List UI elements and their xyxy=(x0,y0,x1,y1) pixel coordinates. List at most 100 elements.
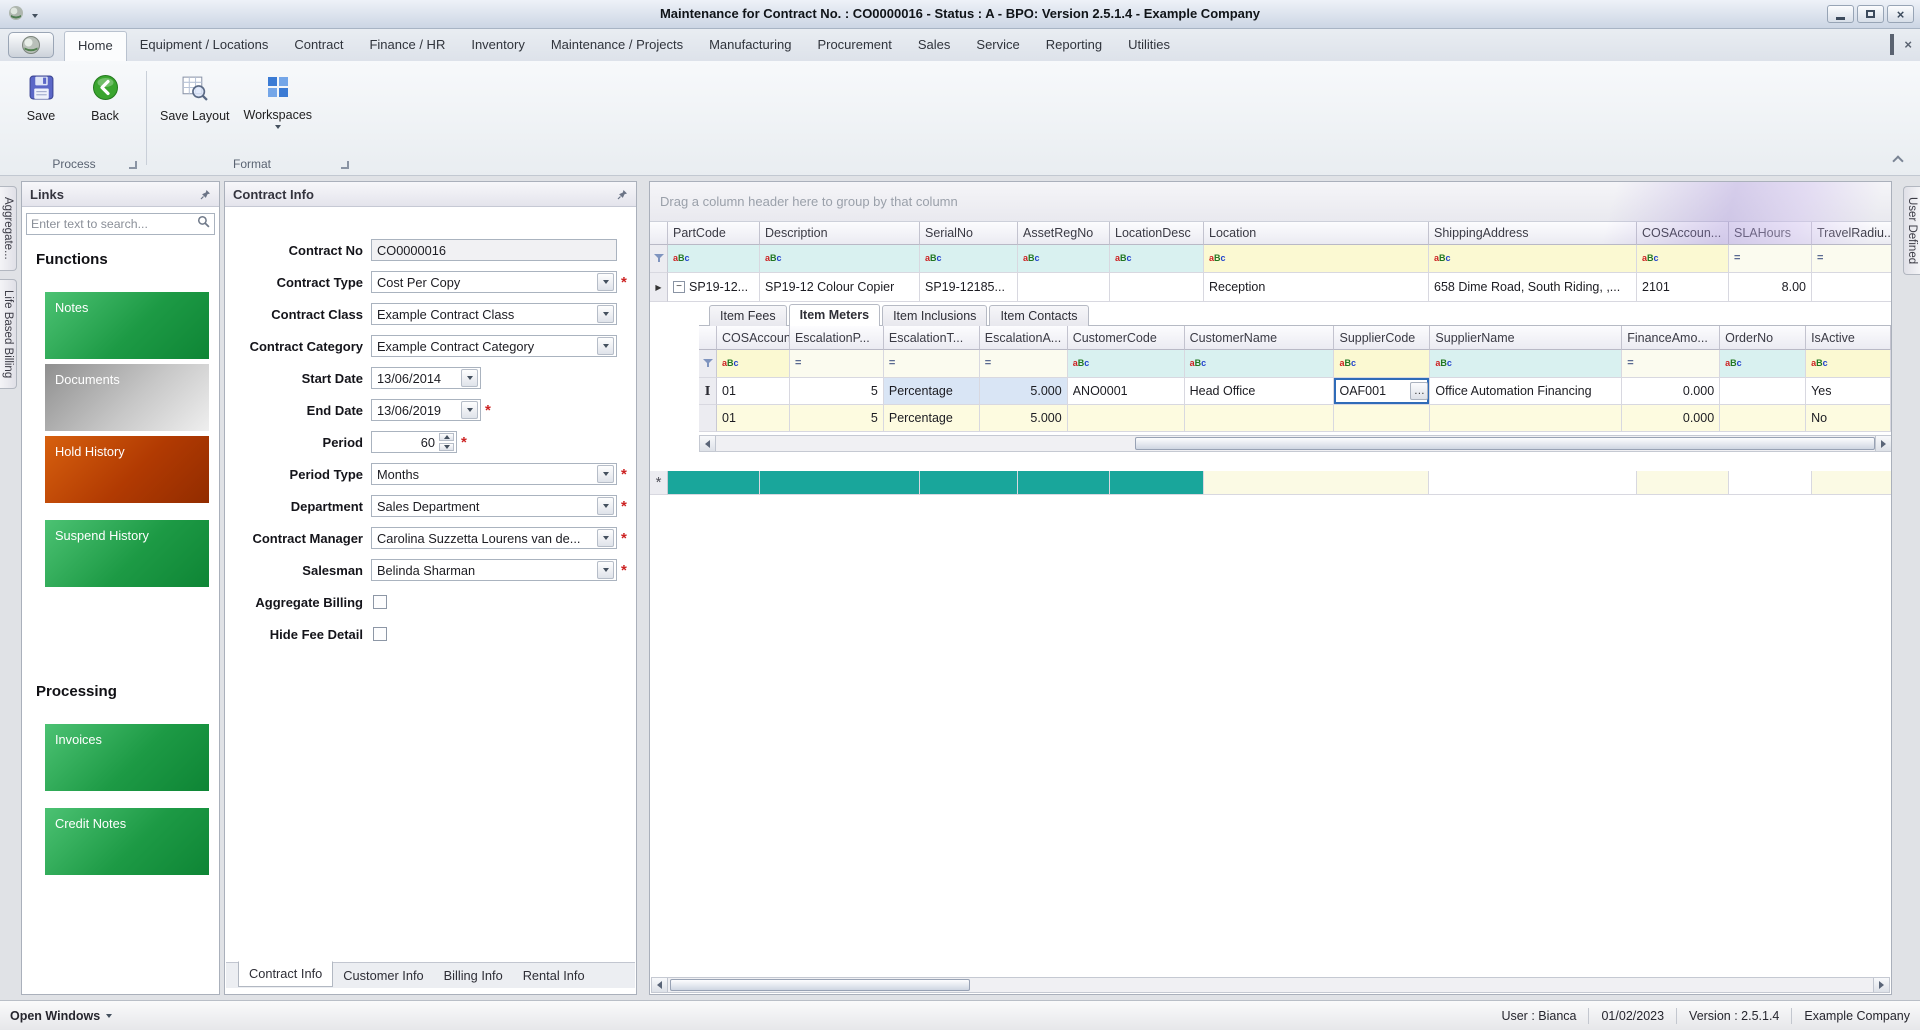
open-windows-button[interactable]: Open Windows xyxy=(10,1009,112,1023)
cell-slahours[interactable]: 8.00 xyxy=(1729,273,1812,302)
cell-suppliercode[interactable] xyxy=(1334,405,1430,432)
scroll-thumb[interactable] xyxy=(670,979,970,991)
column-header-description[interactable]: Description xyxy=(760,222,920,245)
cell-suppliername[interactable] xyxy=(1430,405,1622,432)
column-header-cosaccoun[interactable]: COSAccoun... xyxy=(1637,222,1729,245)
filter-cell-suppliername[interactable]: aBc xyxy=(1430,350,1622,378)
cell-customername[interactable] xyxy=(1185,405,1335,432)
new-row-cell[interactable] xyxy=(1204,471,1429,495)
filter-cell-isactive[interactable]: aBc xyxy=(1806,350,1891,378)
cell-shippingaddress[interactable]: 658 Dime Road, South Riding, ,... xyxy=(1429,273,1637,302)
cell-travelradiu[interactable] xyxy=(1812,273,1892,302)
dropdown-button[interactable] xyxy=(597,305,614,323)
save-layout-button[interactable]: Save Layout xyxy=(156,69,234,131)
cell-isactive[interactable]: Yes xyxy=(1806,378,1891,405)
tab-item-fees[interactable]: Item Fees xyxy=(709,305,787,326)
new-row-cell[interactable] xyxy=(1812,471,1892,495)
column-header-partcode[interactable]: PartCode xyxy=(668,222,760,245)
link-button-suspend-history[interactable]: Suspend History xyxy=(45,520,209,587)
link-button-invoices[interactable]: Invoices xyxy=(45,724,209,791)
tab-contract-info[interactable]: Contract Info xyxy=(238,961,333,987)
filter-cell-locationdesc[interactable]: aBc xyxy=(1110,245,1204,273)
filter-cell-shippingaddress[interactable]: aBc xyxy=(1429,245,1637,273)
data-row[interactable]: 015Percentage5.0000.000No xyxy=(699,405,1891,432)
input-contract-type[interactable]: Cost Per Copy xyxy=(371,271,617,293)
cell-customercode[interactable]: ANO0001 xyxy=(1068,378,1185,405)
dock-tab-aggregate[interactable]: Aggregate... xyxy=(0,186,17,271)
column-header-financeamo[interactable]: FinanceAmo... xyxy=(1622,326,1720,350)
filter-cell-financeamo[interactable]: = xyxy=(1622,350,1720,378)
ellipsis-button[interactable]: … xyxy=(1410,382,1428,400)
cell-cosaccoun[interactable]: 01 xyxy=(717,378,790,405)
scroll-left-arrow[interactable] xyxy=(652,978,668,992)
collapse-ribbon-button[interactable] xyxy=(1888,151,1908,167)
filter-cell-slahours[interactable]: = xyxy=(1729,245,1812,273)
input-contract-manager[interactable]: Carolina Suzzetta Lourens van de... xyxy=(371,527,617,549)
ribbon-tab-utilities[interactable]: Utilities xyxy=(1115,31,1183,61)
cell-escalationt[interactable]: Percentage xyxy=(884,378,980,405)
collapse-detail-button[interactable]: − xyxy=(673,281,685,293)
dropdown-button[interactable] xyxy=(597,337,614,355)
filter-cell-location[interactable]: aBc xyxy=(1204,245,1429,273)
cell-description[interactable]: SP19-12 Colour Copier xyxy=(760,273,920,302)
link-button-documents[interactable]: Documents xyxy=(45,364,209,431)
cell-suppliername[interactable]: Office Automation Financing xyxy=(1430,378,1622,405)
cell-serialno[interactable]: SP19-12185... xyxy=(920,273,1018,302)
checkbox-hide-fee-detail[interactable] xyxy=(373,627,387,641)
close-button[interactable]: × xyxy=(1887,5,1914,23)
cell-financeamo[interactable]: 0.000 xyxy=(1622,378,1720,405)
cell-isactive[interactable]: No xyxy=(1806,405,1891,432)
dock-tab-life-based-billing[interactable]: Life Based Billing xyxy=(0,279,17,389)
tab-rental-info[interactable]: Rental Info xyxy=(513,964,595,988)
data-row[interactable]: ▶−SP19-12...SP19-12 Colour CopierSP19-12… xyxy=(650,273,1892,302)
cell-customercode[interactable] xyxy=(1068,405,1185,432)
dropdown-button[interactable] xyxy=(597,273,614,291)
scroll-left-arrow[interactable] xyxy=(700,436,716,451)
cell-cosaccoun[interactable]: 2101 xyxy=(1637,273,1729,302)
filter-cell-travelradiu[interactable]: = xyxy=(1812,245,1892,273)
tab-item-contacts[interactable]: Item Contacts xyxy=(989,305,1088,326)
filter-cell-escalationt[interactable]: = xyxy=(884,350,980,378)
column-header-escalationt[interactable]: EscalationT... xyxy=(884,326,980,350)
filter-cell-assetregno[interactable]: aBc xyxy=(1018,245,1110,273)
new-row-cell[interactable] xyxy=(1110,471,1204,495)
filter-cell-orderno[interactable]: aBc xyxy=(1720,350,1806,378)
search-icon[interactable] xyxy=(197,215,210,233)
scroll-right-arrow[interactable] xyxy=(1875,436,1891,451)
data-row[interactable]: I015Percentage5.000ANO0001Head OfficeOAF… xyxy=(699,378,1891,405)
link-button-hold-history[interactable]: Hold History xyxy=(45,436,209,503)
new-row-cell[interactable] xyxy=(760,471,920,495)
input-start-date[interactable]: 13/06/2014 xyxy=(371,367,481,389)
ribbon-tab-manufacturing[interactable]: Manufacturing xyxy=(696,31,804,61)
minimize-button[interactable] xyxy=(1827,5,1854,23)
ribbon-tab-reporting[interactable]: Reporting xyxy=(1033,31,1115,61)
ribbon-tab-finance-hr[interactable]: Finance / HR xyxy=(356,31,458,61)
dialog-launcher-icon[interactable] xyxy=(341,161,349,169)
cell-suppliercode[interactable]: OAF001… xyxy=(1334,378,1430,405)
spinner-buttons[interactable] xyxy=(439,433,454,451)
dropdown-button[interactable] xyxy=(597,497,614,515)
dropdown-button[interactable] xyxy=(461,401,478,419)
column-header-cosaccoun[interactable]: COSAccoun... xyxy=(717,326,790,350)
column-header-suppliercode[interactable]: SupplierCode xyxy=(1334,326,1430,350)
filter-cell-serialno[interactable]: aBc xyxy=(920,245,1018,273)
cell-partcode[interactable]: −SP19-12... xyxy=(668,273,760,302)
maximize-button[interactable] xyxy=(1857,5,1884,23)
cell-escalationp[interactable]: 5 xyxy=(790,378,884,405)
dropdown-button[interactable] xyxy=(597,561,614,579)
filter-cell-escalationa[interactable]: = xyxy=(980,350,1068,378)
application-menu-button[interactable] xyxy=(8,32,54,58)
column-header-escalationp[interactable]: EscalationP... xyxy=(790,326,884,350)
ribbon-tab-equipment-locations[interactable]: Equipment / Locations xyxy=(127,31,282,61)
column-header-customercode[interactable]: CustomerCode xyxy=(1068,326,1185,350)
filter-cell-customercode[interactable]: aBc xyxy=(1068,350,1185,378)
cell-escalationp[interactable]: 5 xyxy=(790,405,884,432)
column-header-isactive[interactable]: IsActive xyxy=(1806,326,1891,350)
new-row-cell[interactable] xyxy=(668,471,760,495)
ribbon-tab-maintenance-projects[interactable]: Maintenance / Projects xyxy=(538,31,696,61)
column-header-escalationa[interactable]: EscalationA... xyxy=(980,326,1068,350)
cell-escalationa[interactable]: 5.000 xyxy=(980,405,1068,432)
column-header-orderno[interactable]: OrderNo xyxy=(1720,326,1806,350)
ribbon-tab-inventory[interactable]: Inventory xyxy=(458,31,537,61)
mdi-maximize-button[interactable] xyxy=(1890,36,1894,54)
